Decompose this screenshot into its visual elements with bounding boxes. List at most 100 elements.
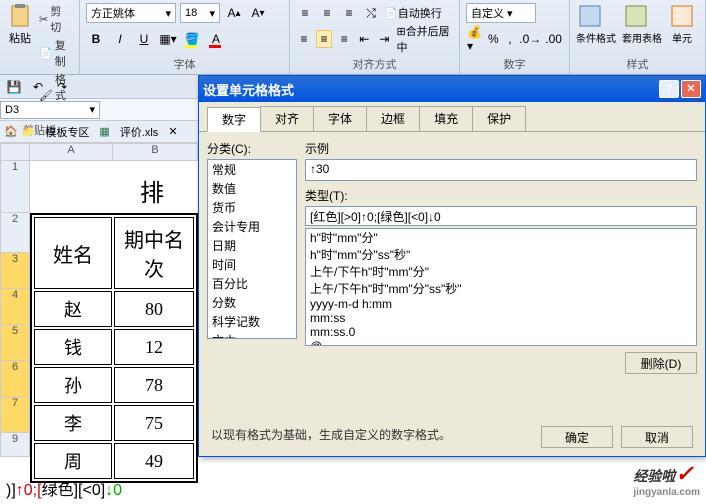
font-group: 方正姚体▾ 18▾ A▴ A▾ B I U ▦▾ 🪣 A 字体 — [80, 0, 290, 74]
type-item[interactable]: yyyy-m-d h:mm — [306, 297, 696, 311]
bold-button[interactable]: B — [86, 29, 106, 49]
file-tab[interactable]: 评价.xls — [114, 122, 165, 142]
type-input[interactable] — [305, 206, 697, 226]
font-color-button[interactable]: A — [206, 29, 226, 49]
align-left-button[interactable]: ≡ — [296, 30, 312, 48]
copy-button[interactable]: 📄复制 — [36, 36, 73, 70]
tab-fill[interactable]: 填充 — [419, 106, 473, 131]
category-item[interactable]: 分数 — [208, 293, 296, 312]
row-header[interactable]: 2 — [0, 213, 30, 253]
category-item[interactable]: 时间 — [208, 255, 296, 274]
font-name-combo[interactable]: 方正姚体▾ — [86, 3, 176, 23]
table-style-button[interactable]: 套用表格 — [622, 2, 662, 45]
decrease-font-button[interactable]: A▾ — [248, 3, 268, 23]
tab-font[interactable]: 字体 — [313, 106, 367, 131]
save-button[interactable]: 💾 — [4, 77, 24, 97]
type-item[interactable]: mm:ss — [306, 311, 696, 325]
font-size-combo[interactable]: 18▾ — [180, 3, 220, 23]
category-item[interactable]: 文本 — [208, 331, 296, 339]
align-right-button[interactable]: ≡ — [336, 30, 352, 48]
merge-button[interactable]: ⊞合并后居中 — [396, 23, 453, 55]
type-item[interactable]: @ — [306, 339, 696, 346]
delete-button[interactable]: 删除(D) — [625, 352, 697, 374]
title-cell[interactable]: 排 — [140, 173, 164, 208]
clipboard-group: 粘贴 ✂剪切 📄复制 🖌格式刷 剪贴板 — [0, 0, 80, 74]
percent-button[interactable]: % — [487, 29, 500, 49]
dialog-titlebar[interactable]: 设置单元格格式 ? ✕ — [199, 76, 705, 102]
wrap-text-button[interactable]: 📄自动换行 — [384, 5, 442, 21]
column-header-a[interactable]: A — [30, 143, 113, 161]
table-header[interactable]: 期中名次 — [114, 217, 194, 289]
category-item[interactable]: 数值 — [208, 179, 296, 198]
cancel-button[interactable]: 取消 — [621, 426, 693, 448]
chevron-down-icon: ▾ — [89, 103, 95, 116]
category-item[interactable]: 百分比 — [208, 274, 296, 293]
decrease-decimal-button[interactable]: .00 — [544, 29, 563, 49]
home-icon[interactable]: 🏠 — [4, 125, 18, 138]
row-header[interactable]: 6 — [0, 361, 30, 397]
align-center-button[interactable]: ≡ — [316, 30, 332, 48]
comma-button[interactable]: , — [504, 29, 517, 49]
dialog-title: 设置单元格格式 — [203, 80, 294, 99]
increase-font-button[interactable]: A▴ — [224, 3, 244, 23]
template-tab[interactable]: 模板专区 — [39, 122, 95, 142]
redo-button[interactable]: ↷ — [52, 77, 72, 97]
cut-button[interactable]: ✂剪切 — [36, 2, 73, 36]
chevron-down-icon: ▾ — [165, 7, 171, 20]
type-item[interactable]: 上午/下午h"时"mm"分" — [306, 263, 696, 280]
number-format-combo[interactable]: 自定义 ▾ — [466, 3, 536, 23]
row-header[interactable]: 3 — [0, 253, 30, 289]
close-tab-icon[interactable]: ✕ — [168, 125, 177, 138]
underline-button[interactable]: U — [134, 29, 154, 49]
row-header[interactable]: 9 — [0, 433, 30, 457]
category-item[interactable]: 常规 — [208, 160, 296, 179]
orientation-button[interactable]: ⤭ — [362, 4, 380, 22]
tab-border[interactable]: 边框 — [366, 106, 420, 131]
font-group-title: 字体 — [86, 54, 283, 72]
category-list[interactable]: 常规 数值 货币 会计专用 日期 时间 百分比 分数 科学记数 文本 特殊 自定… — [207, 159, 297, 339]
category-item[interactable]: 日期 — [208, 236, 296, 255]
align-middle-button[interactable]: ≡ — [318, 4, 336, 22]
cell-style-button[interactable]: 单元 — [668, 2, 696, 45]
type-list[interactable]: h"时"mm"分" h"时"mm"分"ss"秒" 上午/下午h"时"mm"分" … — [305, 228, 697, 346]
table-header[interactable]: 姓名 — [34, 217, 112, 289]
tab-protection[interactable]: 保护 — [472, 106, 526, 131]
increase-decimal-button[interactable]: .0→ — [520, 29, 540, 49]
folder-icon[interactable]: 📁 — [22, 125, 36, 138]
row-header[interactable]: 1 — [0, 161, 30, 213]
table-row: 李75 — [34, 405, 194, 441]
help-button[interactable]: ? — [659, 80, 679, 98]
column-header-b[interactable]: B — [113, 143, 198, 161]
type-item[interactable]: 上午/下午h"时"mm"分"ss"秒" — [306, 280, 696, 297]
type-label: 类型(T): — [305, 187, 697, 204]
data-table: 姓名 期中名次 赵80 钱12 孙78 李75 周49 — [30, 213, 198, 483]
conditional-format-button[interactable]: 条件格式 — [576, 2, 616, 45]
close-button[interactable]: ✕ — [681, 80, 701, 98]
row-header[interactable]: 7 — [0, 397, 30, 433]
name-box[interactable]: D3▾ — [0, 101, 100, 119]
ok-button[interactable]: 确定 — [541, 426, 613, 448]
type-item[interactable]: mm:ss.0 — [306, 325, 696, 339]
increase-indent-button[interactable]: ⇥ — [376, 30, 392, 48]
type-item[interactable]: h"时"mm"分"ss"秒" — [306, 246, 696, 263]
scissors-icon: ✂ — [39, 13, 48, 26]
row-header[interactable]: 4 — [0, 289, 30, 325]
category-item[interactable]: 会计专用 — [208, 217, 296, 236]
type-item[interactable]: h"时"mm"分" — [306, 229, 696, 246]
currency-button[interactable]: 💰▾ — [466, 29, 483, 49]
tab-number[interactable]: 数字 — [207, 107, 261, 132]
decrease-indent-button[interactable]: ⇤ — [356, 30, 372, 48]
select-all-corner[interactable] — [0, 143, 30, 161]
ribbon: 粘贴 ✂剪切 📄复制 🖌格式刷 剪贴板 方正姚体▾ 18▾ A▴ A▾ B I … — [0, 0, 706, 75]
undo-button[interactable]: ↶ — [28, 77, 48, 97]
category-item[interactable]: 货币 — [208, 198, 296, 217]
fill-color-button[interactable]: 🪣 — [182, 29, 202, 49]
table-row: 钱12 — [34, 329, 194, 365]
align-top-button[interactable]: ≡ — [296, 4, 314, 22]
align-bottom-button[interactable]: ≡ — [340, 4, 358, 22]
italic-button[interactable]: I — [110, 29, 130, 49]
tab-alignment[interactable]: 对齐 — [260, 106, 314, 131]
border-button[interactable]: ▦▾ — [158, 29, 178, 49]
row-header[interactable]: 5 — [0, 325, 30, 361]
category-item[interactable]: 科学记数 — [208, 312, 296, 331]
